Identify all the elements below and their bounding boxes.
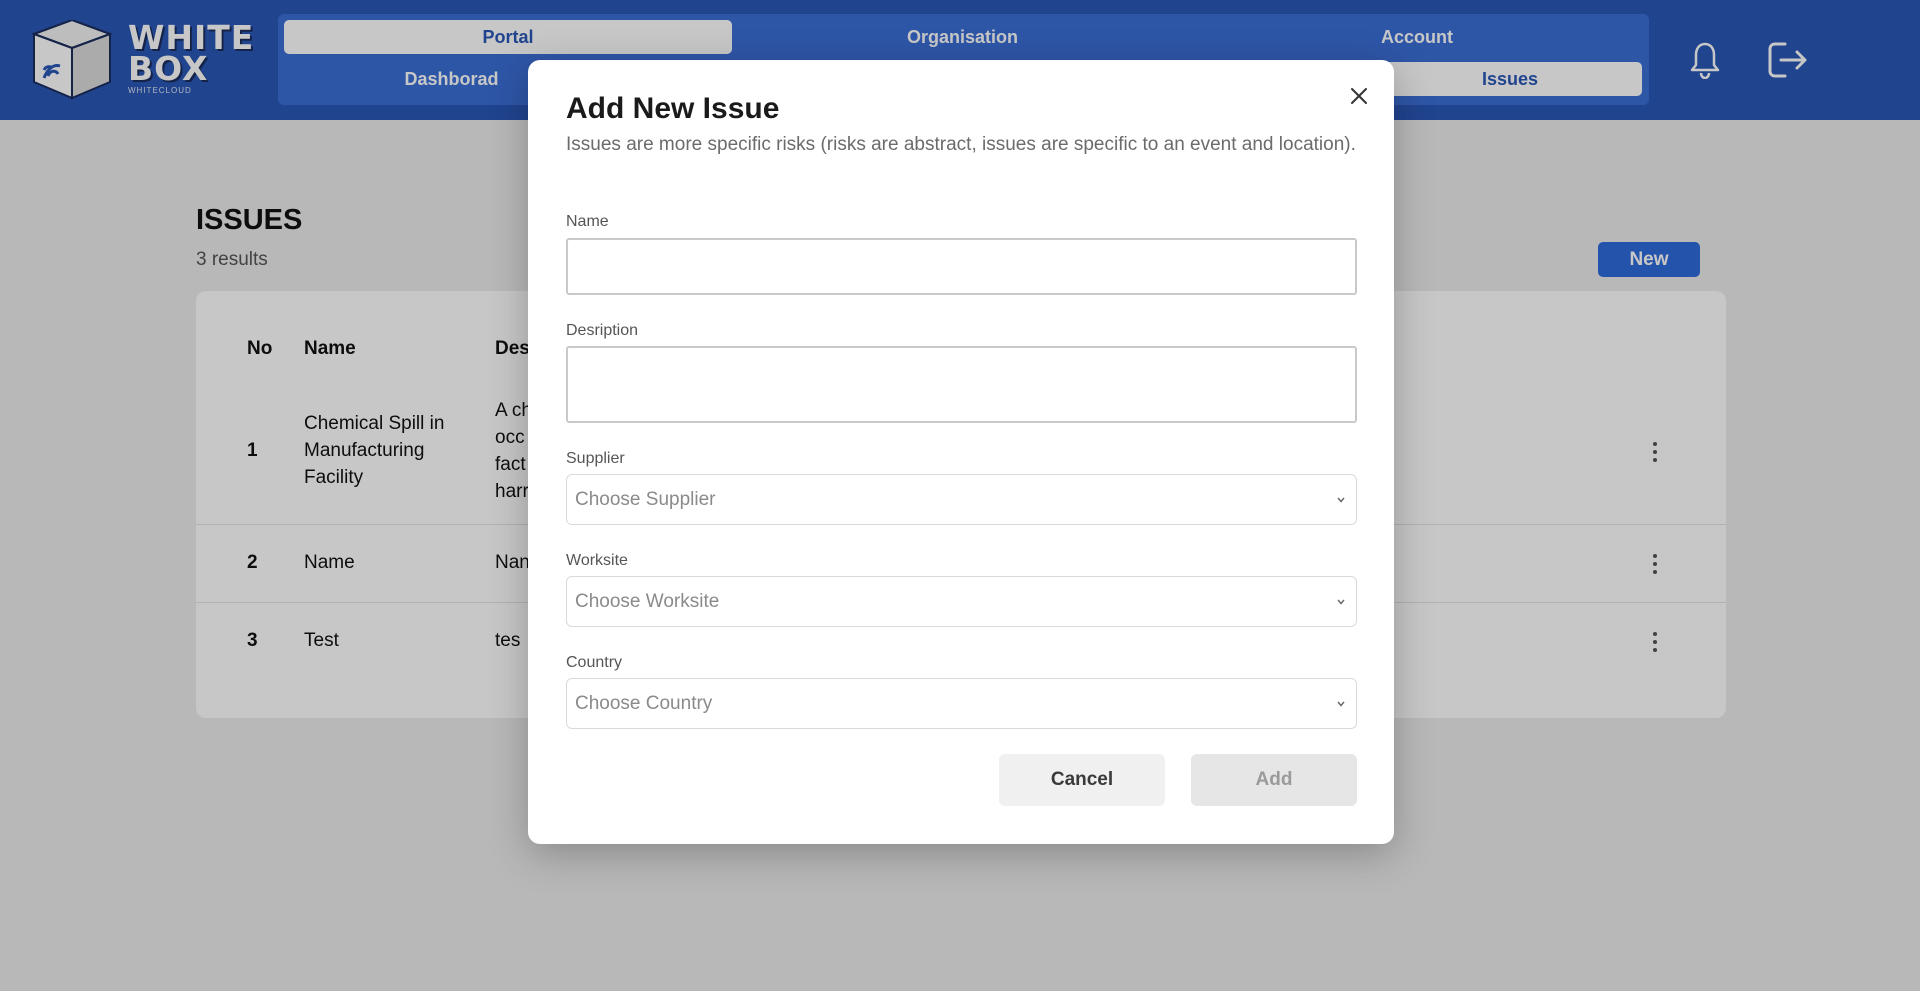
country-select[interactable]: Choose Country — [566, 678, 1357, 729]
description-label: Desription — [566, 322, 639, 339]
description-input[interactable] — [566, 346, 1357, 423]
worksite-placeholder: Choose Worksite — [575, 591, 720, 612]
country-placeholder: Choose Country — [575, 693, 713, 714]
chevron-down-icon — [1337, 497, 1345, 503]
cancel-button[interactable]: Cancel — [999, 754, 1165, 806]
name-label: Name — [566, 213, 609, 230]
worksite-select[interactable]: Choose Worksite — [566, 576, 1357, 627]
worksite-label: Worksite — [566, 552, 628, 569]
name-input[interactable] — [566, 238, 1357, 295]
close-icon — [1351, 88, 1367, 104]
supplier-label: Supplier — [566, 450, 625, 467]
supplier-placeholder: Choose Supplier — [575, 489, 716, 510]
supplier-select[interactable]: Choose Supplier — [566, 474, 1357, 525]
close-dialog-button[interactable] — [1347, 84, 1371, 108]
add-button[interactable]: Add — [1191, 754, 1357, 806]
dialog-title: Add New Issue — [566, 92, 780, 125]
chevron-down-icon — [1337, 701, 1345, 707]
dialog-description: Issues are more specific risks (risks ar… — [566, 134, 1356, 155]
chevron-down-icon — [1337, 599, 1345, 605]
country-label: Country — [566, 654, 623, 671]
